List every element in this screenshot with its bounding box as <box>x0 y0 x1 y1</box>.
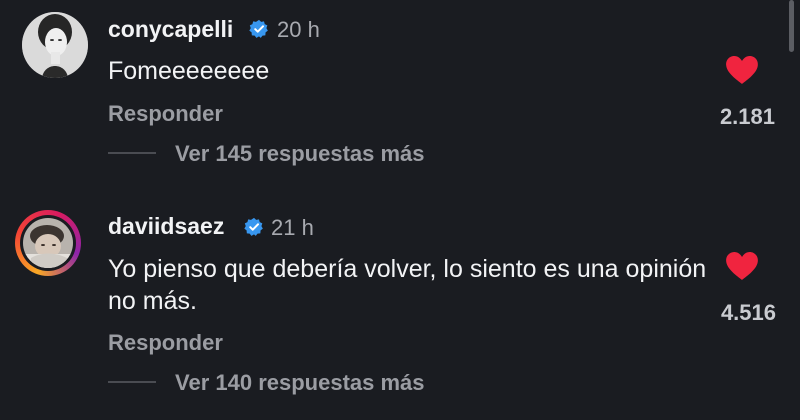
replies-divider <box>108 381 156 383</box>
username[interactable]: conycapelli <box>108 16 233 43</box>
comment-time: 20 h <box>277 17 320 42</box>
comment-time: 21 h <box>271 215 314 240</box>
view-more-replies-button[interactable]: Ver 140 respuestas más <box>175 370 425 396</box>
heart-icon[interactable] <box>725 251 759 281</box>
view-more-replies-button[interactable]: Ver 145 respuestas más <box>175 141 425 167</box>
like-count: 2.181 <box>719 104 775 129</box>
comment-text: Fomeeeeeeee <box>108 57 270 85</box>
username[interactable]: daviidsaez <box>108 213 224 240</box>
avatar-photo <box>22 12 88 78</box>
heart-icon[interactable] <box>725 55 759 85</box>
reply-button[interactable]: Responder <box>108 330 223 356</box>
verified-badge-icon <box>249 19 268 38</box>
avatar-story-ring[interactable] <box>15 210 81 276</box>
scrollbar[interactable] <box>789 0 794 52</box>
like-count: 4.516 <box>720 300 776 325</box>
comment-text: Yo pienso que debería volver, lo siento … <box>108 255 707 315</box>
reply-button[interactable]: Responder <box>108 101 223 127</box>
avatar-photo <box>23 218 73 268</box>
replies-divider <box>108 152 156 154</box>
avatar[interactable] <box>22 12 88 78</box>
verified-badge-icon <box>244 217 263 236</box>
